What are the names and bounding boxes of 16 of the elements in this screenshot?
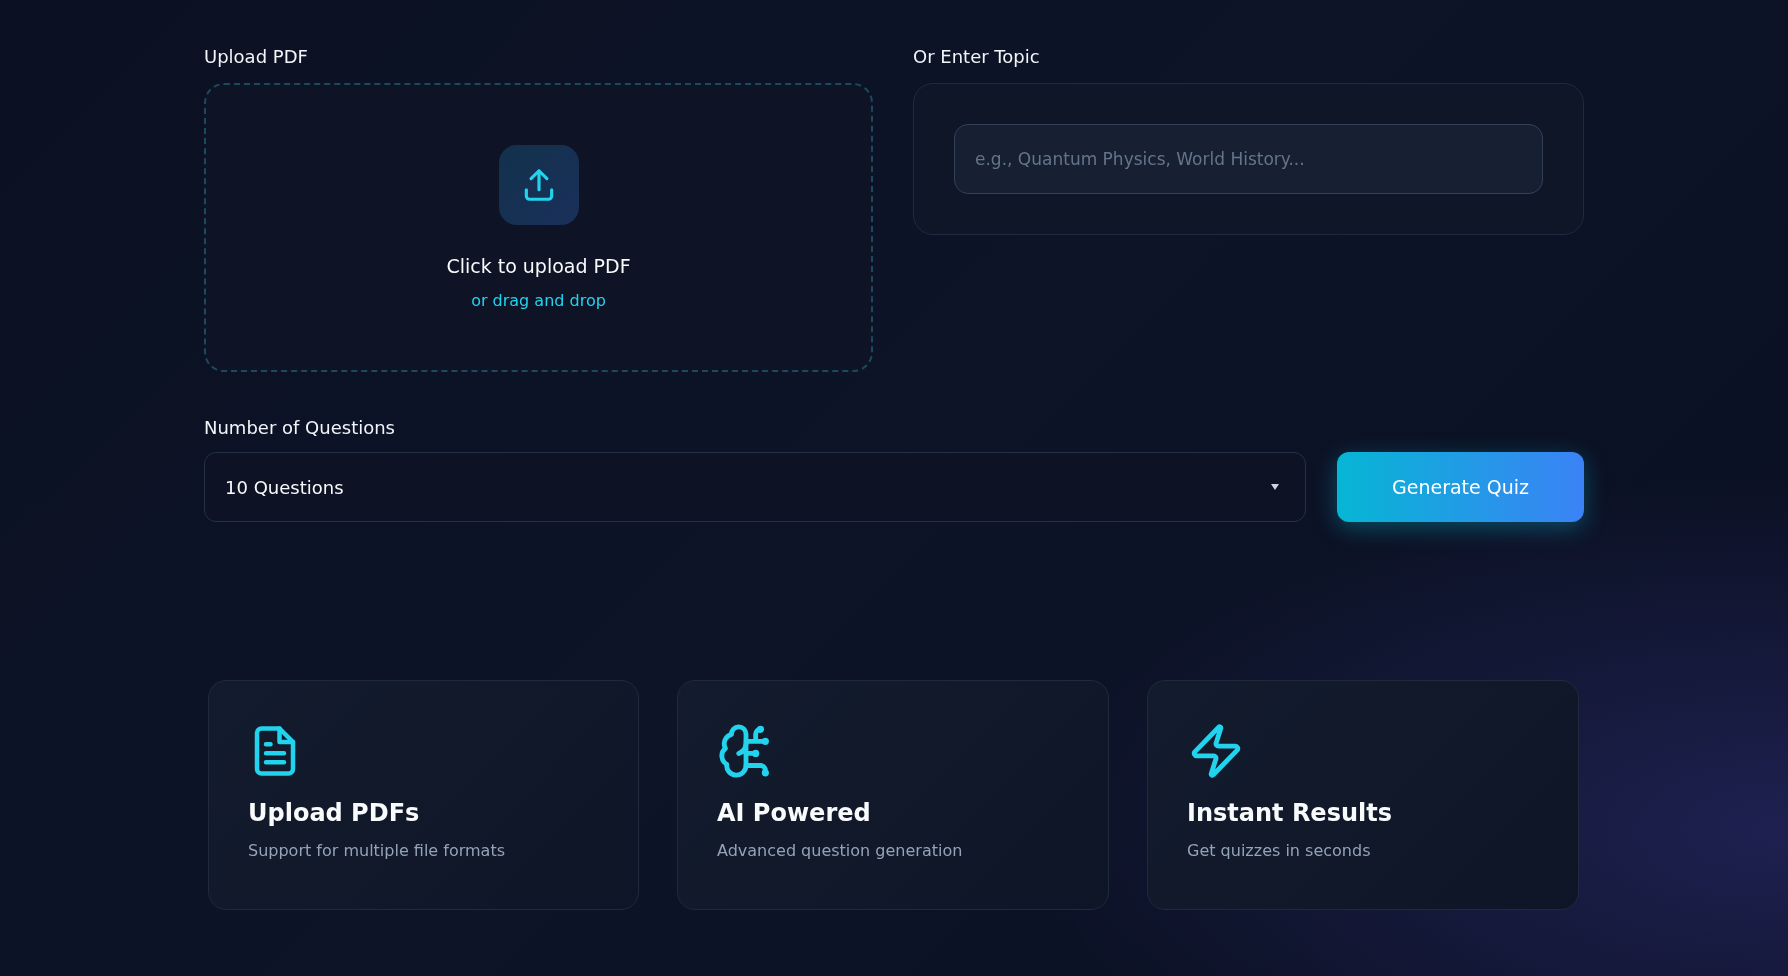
feature-description: Get quizzes in seconds [1187,841,1372,860]
questions-select[interactable]: 10 Questions [204,452,1306,522]
upload-dropzone[interactable]: Click to upload PDF or drag and drop [204,83,873,372]
field-label: Number of Questions [204,417,395,438]
feature-title: Upload PDFs [248,799,421,827]
feature-title: Instant Results [1187,799,1393,827]
upload-title: Click to upload PDF [446,255,631,277]
upload-button[interactable] [498,145,579,225]
caret-icon [1271,484,1279,490]
feature-description: Support for multiple file formats [248,841,506,860]
upload-hint: or drag and drop [471,291,606,310]
feature-description: Advanced question generation [717,841,964,860]
feature-title: AI Powered [717,799,872,827]
field-label: Or Enter Topic [913,46,1040,67]
field-label: Upload PDF [204,46,308,67]
topic-input[interactable]: e.g., Quantum Physics, World History... [954,124,1543,194]
